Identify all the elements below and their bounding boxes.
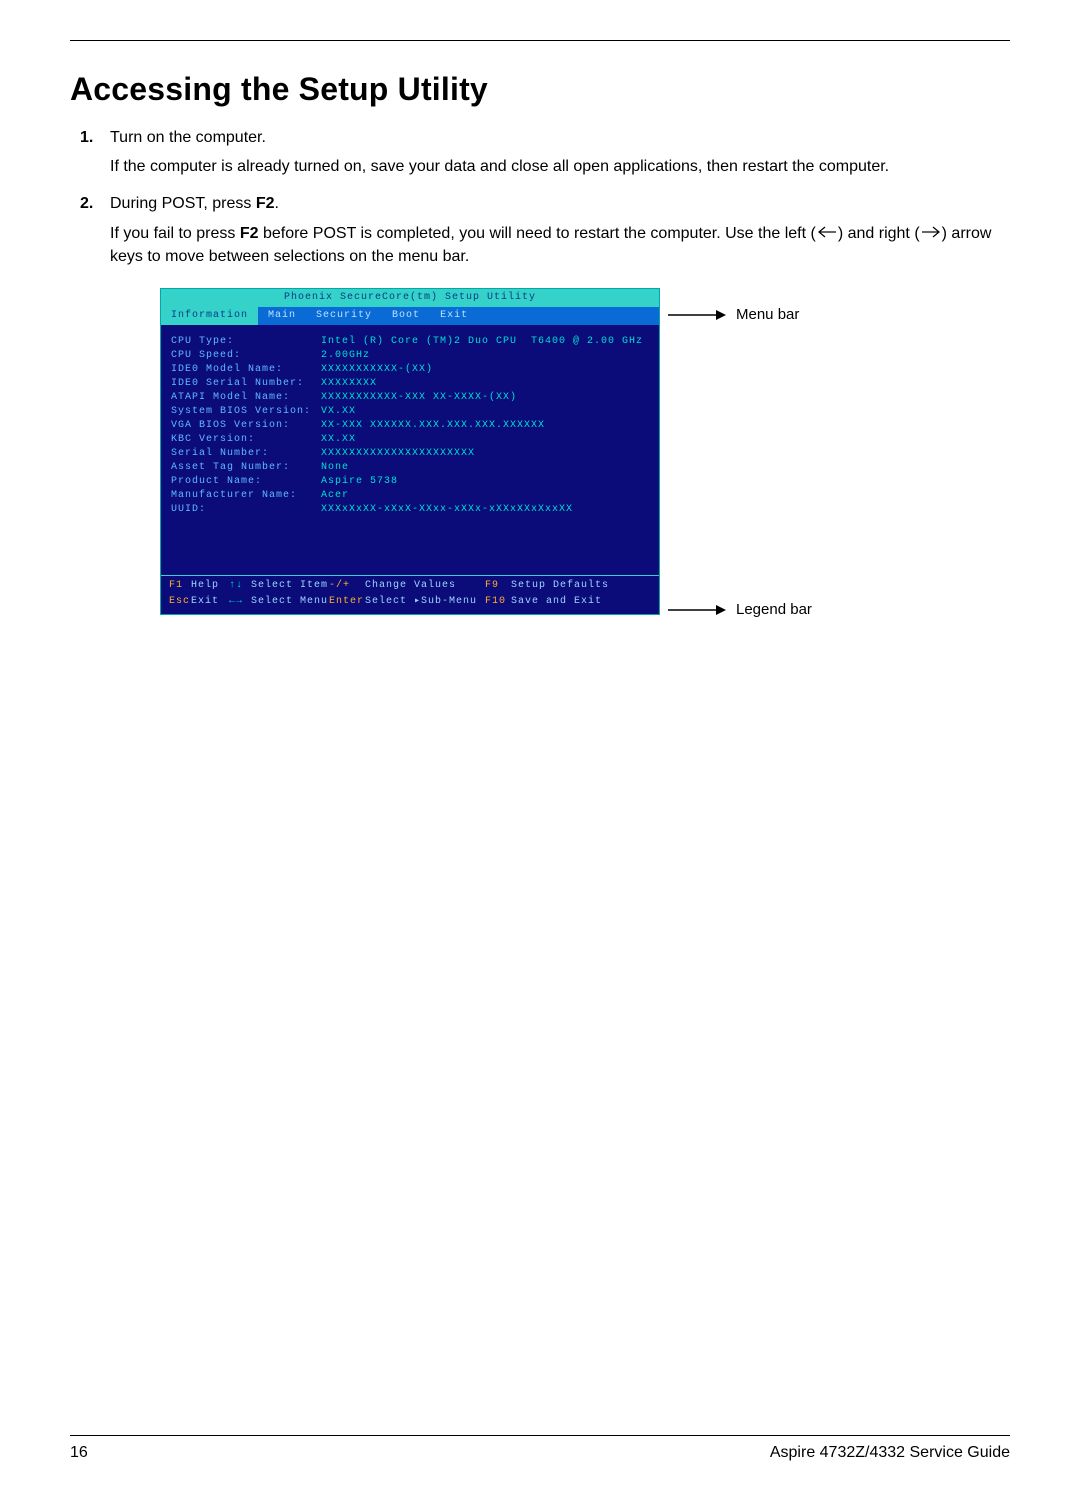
step-list: Turn on the computer. If the computer is… xyxy=(70,126,1010,268)
bios-field-row: System BIOS Version:VX.XX xyxy=(171,405,649,419)
bios-field-value: XXXXXXXX xyxy=(321,377,377,391)
legend-updown-key: ↑↓ xyxy=(229,579,251,593)
legend-enter-key: Enter xyxy=(329,595,365,609)
bios-field-label: CPU Speed: xyxy=(171,349,321,363)
bios-title: Phoenix SecureCore(tm) Setup Utility xyxy=(161,289,659,307)
bios-field-row: IDE0 Serial Number:XXXXXXXX xyxy=(171,377,649,391)
annotation-menu-bar-label: Menu bar xyxy=(736,306,799,323)
step-1: Turn on the computer. If the computer is… xyxy=(110,126,1010,178)
bios-field-label: VGA BIOS Version: xyxy=(171,419,321,433)
bios-field-label: Product Name: xyxy=(171,475,321,489)
bios-field-value: 2.00GHz xyxy=(321,349,370,363)
left-arrow-icon xyxy=(816,222,838,245)
bios-field-row: IDE0 Model Name:XXXXXXXXXXX-(XX) xyxy=(171,363,649,377)
legend-f1-label: Help xyxy=(191,579,229,593)
bios-field-row: ATAPI Model Name:XXXXXXXXXXX-XXX XX-XXXX… xyxy=(171,391,649,405)
right-arrow-icon xyxy=(920,222,942,245)
legend-leftright-label: Select Menu xyxy=(251,595,329,609)
annotation-legend-bar: Legend bar xyxy=(666,601,812,618)
annotation-menu-bar: Menu bar xyxy=(666,306,812,323)
bios-field-label: KBC Version: xyxy=(171,433,321,447)
step-1-body: If the computer is already turned on, sa… xyxy=(110,155,1010,178)
legend-f9-label: Setup Defaults xyxy=(511,579,651,593)
legend-f10-label: Save and Exit xyxy=(511,595,651,609)
bios-screen: Phoenix SecureCore(tm) Setup Utility Inf… xyxy=(160,288,660,615)
legend-leftright-key: ←→ xyxy=(229,595,251,609)
bios-menu-boot[interactable]: Boot xyxy=(382,307,430,325)
bios-field-value: None xyxy=(321,461,349,475)
step-2-body-a: If you fail to press xyxy=(110,225,240,242)
step-2-body: If you fail to press F2 before POST is c… xyxy=(110,222,1010,269)
bios-legend-bar: F1 Help ↑↓ Select Item -/+ Change Values… xyxy=(161,575,659,614)
bios-field-label: CPU Type: xyxy=(171,335,321,349)
footer-guide-title: Aspire 4732Z/4332 Service Guide xyxy=(770,1444,1010,1462)
bios-field-value: Acer xyxy=(321,489,349,503)
legend-f1-key: F1 xyxy=(169,579,191,593)
bios-field-value: VX.XX xyxy=(321,405,356,419)
bios-field-label: ATAPI Model Name: xyxy=(171,391,321,405)
legend-esc-label: Exit xyxy=(191,595,229,609)
arrow-right-icon xyxy=(666,603,726,617)
step-2-body-c: before POST is completed, you will need … xyxy=(259,225,816,242)
bios-field-row: Asset Tag Number:None xyxy=(171,461,649,475)
bios-menu-exit[interactable]: Exit xyxy=(430,307,478,325)
bios-field-label: IDE0 Model Name: xyxy=(171,363,321,377)
annotation-column: Menu bar Legend bar xyxy=(660,288,812,628)
step-2-lead-a: During POST, press xyxy=(110,195,256,212)
page-number: 16 xyxy=(70,1444,88,1462)
bios-field-value: XXXXXXXXXXXXXXXXXXXXXX xyxy=(321,447,475,461)
footer-rule xyxy=(70,1435,1010,1436)
legend-minplus-label: Change Values xyxy=(365,579,485,593)
bios-menu-main[interactable]: Main xyxy=(258,307,306,325)
bios-field-label: Manufacturer Name: xyxy=(171,489,321,503)
bios-menu-bar: Information Main Security Boot Exit xyxy=(161,307,659,325)
bios-field-row: CPU Speed:2.00GHz xyxy=(171,349,649,363)
legend-enter-label: Select ▸Sub-Menu xyxy=(365,595,485,609)
step-2-body-d: ) and right ( xyxy=(838,225,920,242)
bios-field-row: KBC Version:XX.XX xyxy=(171,433,649,447)
arrow-right-icon xyxy=(666,308,726,322)
bios-menu-information[interactable]: Information xyxy=(161,307,258,325)
bios-field-row: Serial Number:XXXXXXXXXXXXXXXXXXXXXX xyxy=(171,447,649,461)
step-1-lead: Turn on the computer. xyxy=(110,129,266,146)
bios-field-value: XX-XXX XXXXXX.XXX.XXX.XXX.XXXXXX xyxy=(321,419,545,433)
legend-updown-label: Select Item xyxy=(251,579,329,593)
bios-menu-security[interactable]: Security xyxy=(306,307,382,325)
bios-field-label: System BIOS Version: xyxy=(171,405,321,419)
bios-field-value: XX.XX xyxy=(321,433,356,447)
step-2-key: F2 xyxy=(256,195,275,212)
legend-minplus-key: -/+ xyxy=(329,579,365,593)
bios-field-value: XXXXXXXXXXX-XXX XX-XXXX-(XX) xyxy=(321,391,517,405)
legend-f10-key: F10 xyxy=(485,595,511,609)
bios-field-row: CPU Type:Intel (R) Core (TM)2 Duo CPU T6… xyxy=(171,335,649,349)
bios-field-row: Manufacturer Name:Acer xyxy=(171,489,649,503)
step-2-lead-c: . xyxy=(275,195,279,212)
bios-body: CPU Type:Intel (R) Core (TM)2 Duo CPU T6… xyxy=(161,325,659,575)
bios-field-row: VGA BIOS Version:XX-XXX XXXXXX.XXX.XXX.X… xyxy=(171,419,649,433)
bios-field-value: Aspire 5738 xyxy=(321,475,398,489)
bios-field-row: Product Name:Aspire 5738 xyxy=(171,475,649,489)
bios-field-row: UUID:XXXxXxXX-xXxX-XXxx-xXXx-xXXxXXxXxxX… xyxy=(171,503,649,517)
step-2-body-key: F2 xyxy=(240,225,259,242)
step-2: During POST, press F2. If you fail to pr… xyxy=(110,192,1010,268)
bios-field-label: Serial Number: xyxy=(171,447,321,461)
bios-field-label: Asset Tag Number: xyxy=(171,461,321,475)
top-horizontal-rule xyxy=(70,40,1010,41)
bios-figure: Phoenix SecureCore(tm) Setup Utility Inf… xyxy=(160,288,1010,628)
legend-f9-key: F9 xyxy=(485,579,511,593)
legend-esc-key: Esc xyxy=(169,595,191,609)
bios-field-value: Intel (R) Core (TM)2 Duo CPU T6400 @ 2.0… xyxy=(321,335,643,349)
bios-field-label: IDE0 Serial Number: xyxy=(171,377,321,391)
bios-field-value: XXXxXxXX-xXxX-XXxx-xXXx-xXXxXXxXxxXX xyxy=(321,503,573,517)
page-title: Accessing the Setup Utility xyxy=(70,71,1010,108)
page-footer: 16 Aspire 4732Z/4332 Service Guide xyxy=(70,1435,1010,1462)
bios-field-label: UUID: xyxy=(171,503,321,517)
annotation-legend-bar-label: Legend bar xyxy=(736,601,812,618)
bios-field-value: XXXXXXXXXXX-(XX) xyxy=(321,363,433,377)
